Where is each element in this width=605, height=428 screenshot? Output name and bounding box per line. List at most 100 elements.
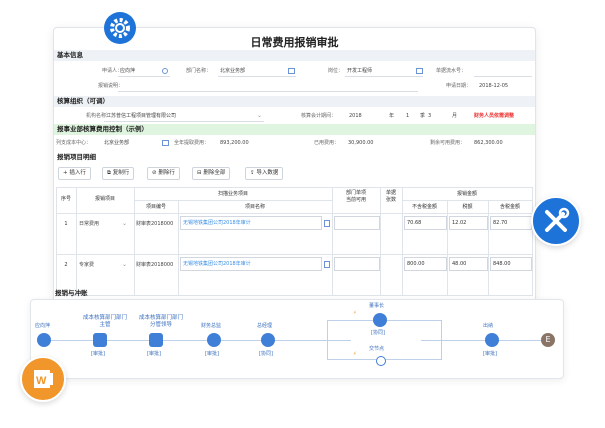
flow-node-3-name: 财务总监 (201, 323, 222, 329)
flow-node-4-tag: [协同] (259, 351, 273, 357)
form-card: 日常费用报销审批 基本信息 申请人： 应向萍 部门名称： 北京业务部 岗位： 开… (53, 27, 536, 302)
row1-tax[interactable]: 12.02 (449, 216, 488, 230)
collaborator-icon[interactable] (373, 313, 387, 327)
col-dept-avail: 部门单项 当前可用 (345, 190, 366, 203)
collaborator-icon[interactable] (261, 333, 275, 347)
cost-center-value[interactable]: 北京业务部 (104, 140, 129, 147)
date-label: 申请日期： (446, 83, 472, 89)
col-seq: 序号 (60, 196, 71, 202)
doc-no-label: 单据流水号： (436, 68, 467, 74)
col-tax: 税额 (462, 204, 473, 210)
post-picker-icon[interactable] (416, 68, 423, 74)
period-year[interactable]: 2018 (349, 113, 362, 120)
flow-node-2-tag: [审批] (147, 351, 161, 357)
flow-node-6-name: 交节点 (369, 346, 385, 352)
row1-name-input[interactable]: 无锡地铁集团公司2018年审计 (180, 216, 322, 230)
row1-seq: 1 (64, 221, 68, 227)
section-basic: 基本信息 (54, 50, 535, 61)
period-quarter-unit: 季 (420, 113, 426, 119)
chevron-down-icon[interactable]: ⌄ (122, 261, 127, 268)
row2-project[interactable]: 专家费 (79, 262, 94, 269)
post-value[interactable]: 开发工程师 (347, 68, 372, 75)
col-amount: 报销金额 (456, 191, 477, 197)
col-net: 不含税金额 (411, 204, 437, 210)
dept-label: 部门名称： (186, 68, 212, 74)
flow-node-0-name: 应向萍 (35, 323, 51, 329)
end-node[interactable]: E (541, 333, 555, 347)
period-quarter[interactable]: 1 (406, 113, 409, 120)
applicant-label: 申请人： (102, 68, 123, 74)
user-picker-icon[interactable] (162, 68, 168, 74)
remain-value: 862,300.00 (474, 140, 503, 146)
remain-label: 剩余可用费用： (430, 140, 466, 146)
row1-project[interactable]: 日常费用 (79, 221, 99, 228)
clear-all-button[interactable]: ⊟ 删除全部 (192, 167, 231, 180)
applicant-value[interactable]: 应向萍 (120, 68, 135, 75)
col-project: 报销项目 (94, 196, 115, 202)
section-org: 核算组织（可调） (54, 96, 535, 107)
date-value[interactable]: 2018-12-05 (479, 83, 508, 90)
delete-row-button[interactable]: ⊘ 删除行 (147, 167, 180, 180)
col-docs: 单据 张数 (385, 190, 396, 203)
row2-net[interactable]: 800.00 (404, 257, 447, 271)
parallel-icon: ⚡ (353, 351, 357, 357)
dept-value[interactable]: 北京业务部 (220, 68, 245, 75)
tools-icon (531, 196, 581, 246)
copy-row-button[interactable]: ⧉ 复制行 (102, 167, 135, 180)
doc-icon[interactable] (324, 220, 330, 227)
row1-net[interactable]: 70.68 (404, 216, 447, 230)
parallel-icon: ⚡ (353, 310, 357, 316)
org-name-value[interactable]: 江苏普信工程项目管理有限公司 (106, 113, 176, 120)
period-label: 核算会计期间： (301, 113, 337, 119)
chevron-down-icon[interactable]: ⌄ (257, 112, 262, 119)
total-value: 893,200.00 (220, 140, 249, 146)
row1-dept-avail[interactable] (334, 216, 380, 230)
row2-name-input[interactable]: 无锡地铁集团公司2018年审计 (180, 257, 322, 271)
col-gross: 含税金额 (499, 204, 520, 210)
flow-node-1-name: 成本核算部门部门 主管 (82, 315, 127, 328)
period-month-unit: 月 (452, 113, 458, 119)
row1-gross[interactable]: 82.70 (490, 216, 532, 230)
warn-text: 财务人员依需调整 (474, 113, 515, 119)
doc-icon[interactable] (324, 261, 330, 268)
row2-gross[interactable]: 848.00 (490, 257, 532, 271)
row1-code[interactable]: 财审表2018000 (136, 221, 173, 228)
row2-dept-avail[interactable] (334, 257, 380, 271)
approver-icon[interactable] (93, 333, 107, 347)
flow-node-2-name: 成本核算部门部门 分管领导 (138, 315, 183, 328)
center-picker-icon[interactable] (162, 140, 169, 146)
insert-row-button[interactable]: + 插入行 (58, 167, 91, 180)
used-label: 已用费用： (314, 140, 340, 146)
approver-icon[interactable] (207, 333, 221, 347)
cashier-icon[interactable] (485, 333, 499, 347)
post-label: 岗位： (328, 68, 344, 74)
period-month[interactable]: 3 (428, 113, 431, 120)
total-label: 全年提取费用： (174, 140, 210, 146)
col-name: 项目名称 (244, 204, 265, 210)
cost-center-label: 列支成本中心： (56, 140, 92, 146)
row2-code[interactable]: 财审表2018000 (136, 262, 173, 269)
flow-node-4-name: 总经理 (257, 323, 273, 329)
used-value: 30,900.00 (348, 140, 374, 146)
flow-node-7-tag: [审批] (483, 351, 497, 357)
office-icon: W (20, 356, 66, 402)
gear-icon (104, 12, 136, 44)
flow-node-1-tag: [审批] (91, 351, 105, 357)
chevron-down-icon[interactable]: ⌄ (122, 220, 127, 227)
flow-node-3-tag: [审批] (205, 351, 219, 357)
dept-picker-icon[interactable] (288, 68, 295, 74)
user-icon[interactable] (37, 333, 51, 347)
import-data-button[interactable]: ⇪ 导入数据 (245, 167, 284, 180)
section-detail: 报销项目明细 (57, 153, 96, 161)
detail-toolbar: + 插入行 ⧉ 复制行 ⊘ 删除行 ⊟ 删除全部 ⇪ 导入数据 (58, 167, 318, 180)
col-code: 项目编号 (145, 204, 166, 210)
approval-flow: 应向萍 成本核算部门部门 主管 [审批] 成本核算部门部门 分管领导 [审批] … (30, 299, 564, 379)
desc-label: 报销说明： (98, 83, 124, 89)
empty-node-icon[interactable] (376, 356, 386, 366)
detail-table: 序号 报销项目 扫描业务项目 项目编号 项目名称 部门单项 当前可用 单据 张数… (56, 187, 533, 297)
row2-seq: 2 (64, 262, 68, 268)
row2-tax[interactable]: 48.00 (449, 257, 488, 271)
period-year-unit: 年 (389, 113, 395, 119)
approver-icon[interactable] (149, 333, 163, 347)
svg-text:W: W (36, 375, 47, 387)
